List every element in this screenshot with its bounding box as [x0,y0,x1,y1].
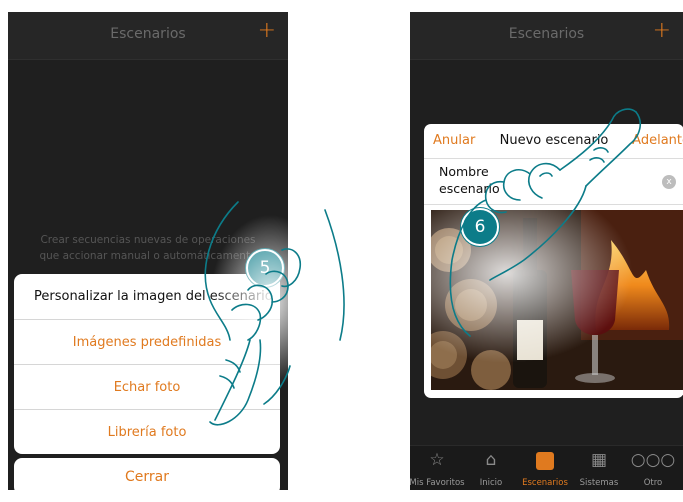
clear-icon[interactable]: x [662,175,676,189]
star-icon: ☆ [429,450,445,470]
more-icon: ○○○ [630,450,676,470]
scenario-icon [518,450,572,474]
screen-title: Escenarios [508,26,585,42]
scenario-name-label: Nombre escenario [439,164,500,196]
tab-systems[interactable]: ▦ Sistemas [572,446,626,490]
tab-other[interactable]: ○○○ Otro [626,446,680,490]
screen-title: Escenarios [110,26,186,42]
action-sheet-title: Personalizar la imagen del escenario [14,274,280,320]
tab-favorites[interactable]: ☆ Mis Favoritos [410,446,465,490]
next-button[interactable]: Adelante [632,133,683,148]
add-icon[interactable]: + [653,18,671,43]
close-button[interactable]: Cerrar [14,458,280,490]
empty-state-text: Crear secuencias nuevas de operaciones q… [39,234,257,262]
scenario-name-field[interactable]: Nombre escenario x [424,159,683,205]
tab-home[interactable]: ⌂ Inicio [464,446,518,490]
take-photo-option[interactable]: Echar foto [14,365,280,410]
predefined-images-option[interactable]: Imágenes predefinidas [14,320,280,365]
tab-scenarios[interactable]: Escenarios [518,446,572,490]
action-sheet: Personalizar la imagen del escenario Imá… [14,274,280,454]
add-icon[interactable]: + [258,18,276,43]
tab-bar: ☆ Mis Favoritos ⌂ Inicio Escenarios ▦ Si… [410,445,683,490]
tab-label: Otro [643,478,663,488]
photo-library-option[interactable]: Librería foto [14,410,280,454]
dialog-header: Anular Nuevo escenario Adelante [424,124,683,159]
grid-icon: ▦ [590,450,608,470]
left-phone-screen: Escenarios + Crear secuencias nuevas de … [8,12,288,490]
step-badge: 6 [461,208,499,246]
top-bar: Escenarios + [410,12,683,60]
new-scenario-dialog: Anular Nuevo escenario Adelante Nombre e… [424,124,683,398]
step-badge: 5 [246,249,284,287]
home-icon: ⌂ [485,450,497,470]
top-bar: Escenarios + [8,12,288,60]
right-phone-screen: Escenarios + Anular Nuevo escenario Adel… [410,12,683,490]
